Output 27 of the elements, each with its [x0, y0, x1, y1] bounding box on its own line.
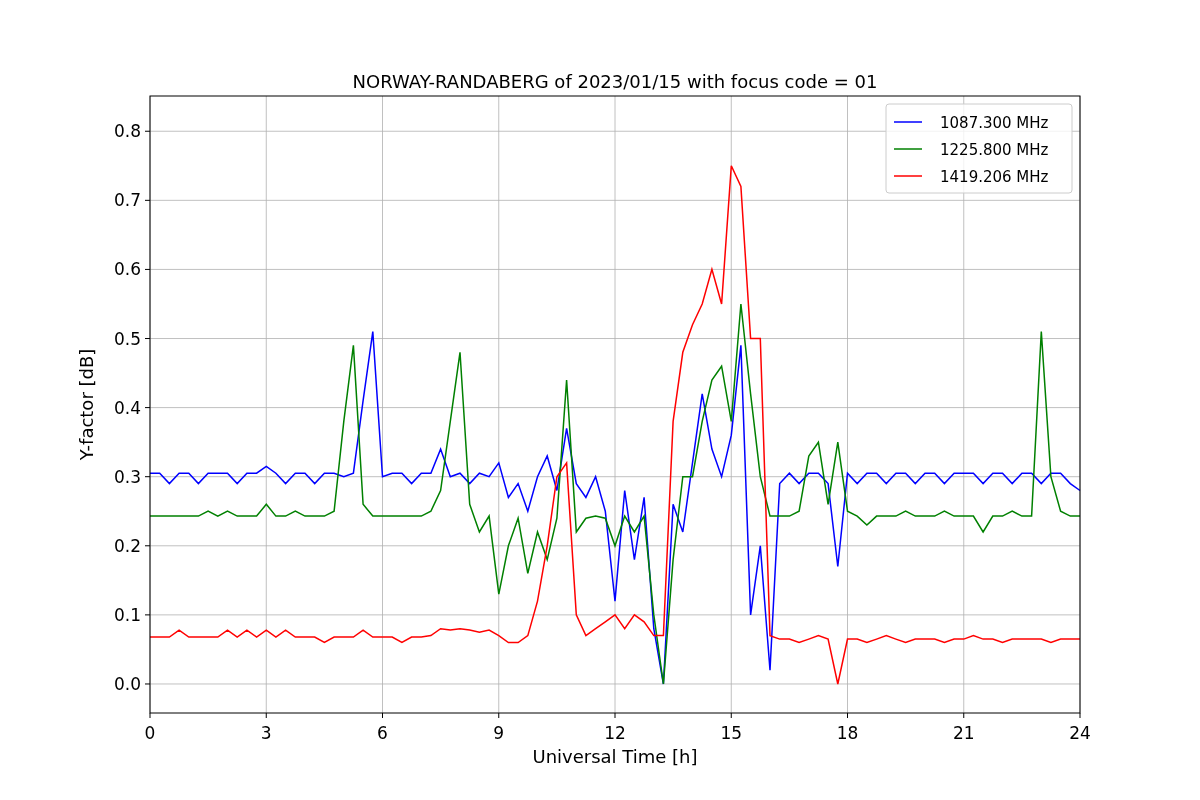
x-tick-label: 3	[260, 723, 272, 743]
legend-line	[893, 121, 923, 123]
legend-label: 1087.300 MHz	[940, 114, 1049, 132]
x-tick-label: 6	[377, 723, 388, 743]
chart-title: NORWAY-RANDABERG of 2023/01/15 with focus code = 01	[352, 71, 878, 92]
legend-label: 1225.800 MHz	[940, 141, 1049, 159]
y-tick-label: 0.1	[113, 604, 141, 625]
y-tick-label: 0.0	[113, 674, 141, 694]
x-tick-label: 24	[1069, 723, 1091, 743]
legend-line	[893, 148, 923, 150]
x-tick-label: 21	[952, 723, 975, 743]
x-tick-label: 12	[604, 723, 626, 743]
x-tick-label: 15	[720, 723, 743, 743]
y-tick-label: 0.4	[113, 397, 141, 418]
y-tick-label: 0.3	[113, 466, 141, 487]
y-tick-label: 0.6	[113, 259, 141, 280]
x-tick-label: 0	[144, 723, 156, 743]
x-tick-label: 18	[836, 723, 859, 743]
legend-line	[893, 175, 923, 177]
legend-label: 1419.206 MHz	[940, 168, 1049, 186]
y-tick-label: 0.5	[113, 328, 141, 349]
y-axis-label: Y-factor [dB]	[76, 348, 97, 461]
y-tick-label: 0.2	[113, 535, 141, 556]
x-axis-label: Universal Time [h]	[532, 746, 698, 767]
y-tick-label: 0.7	[113, 190, 141, 211]
y-tick-label: 0.8	[113, 121, 141, 142]
x-tick-label: 9	[493, 723, 505, 743]
